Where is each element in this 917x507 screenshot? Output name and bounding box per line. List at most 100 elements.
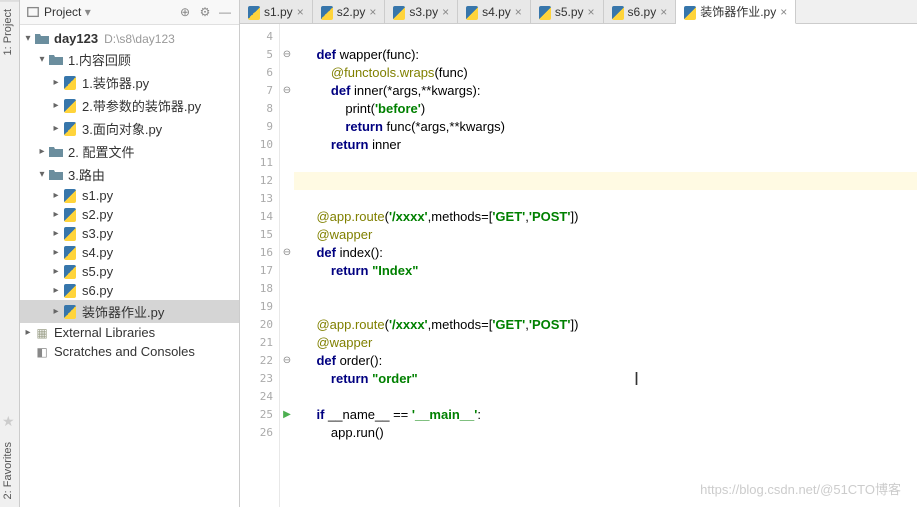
close-icon[interactable]: ×: [297, 5, 304, 19]
watermark: https://blog.csdn.net/@51CTO博客: [700, 481, 901, 499]
tree-file[interactable]: ▸ s2.py: [20, 205, 239, 224]
close-icon[interactable]: ×: [780, 5, 787, 19]
sidebar-title[interactable]: Project ▾: [44, 5, 173, 19]
chevron-down-icon[interactable]: ▾: [22, 33, 34, 44]
line-number[interactable]: 9: [240, 118, 273, 136]
line-number[interactable]: 22: [240, 352, 273, 370]
fold-spacer: [280, 334, 294, 352]
tree-folder[interactable]: ▾ 3.路由: [20, 163, 239, 186]
chevron-right-icon[interactable]: ▸: [50, 306, 62, 317]
fold-icon[interactable]: ⊖: [280, 352, 294, 370]
editor-tab[interactable]: s3.py×: [385, 0, 458, 23]
python-file-icon: [248, 6, 260, 18]
chevron-right-icon[interactable]: ▸: [50, 228, 62, 239]
hide-icon[interactable]: —: [217, 4, 233, 20]
close-icon[interactable]: ×: [442, 5, 449, 19]
tree-file[interactable]: ▸装饰器作业.py: [20, 300, 239, 323]
fold-spacer: [280, 298, 294, 316]
line-number[interactable]: 20: [240, 316, 273, 334]
tree-file[interactable]: ▸ s6.py: [20, 281, 239, 300]
project-tree: ▾ day123 D:\s8\day123 ▾ 1.内容回顾 ▸1.装饰器.py…: [20, 25, 239, 507]
line-number[interactable]: 10: [240, 136, 273, 154]
python-file-icon: [321, 6, 333, 18]
line-number[interactable]: 11: [240, 154, 273, 172]
line-number[interactable]: 5: [240, 46, 273, 64]
fold-icon[interactable]: ⊖: [280, 82, 294, 100]
editor-tab[interactable]: s6.py×: [604, 0, 677, 23]
gear-icon[interactable]: ⚙: [197, 4, 213, 20]
tree-label: External Libraries: [54, 325, 155, 340]
chevron-right-icon[interactable]: ▸: [50, 209, 62, 220]
chevron-right-icon[interactable]: ▸: [50, 285, 62, 296]
tree-file[interactable]: ▸s4.py: [20, 243, 239, 262]
tree-file[interactable]: ▸3.面向对象.py: [20, 117, 239, 140]
tree-folder[interactable]: ▸ 2. 配置文件: [20, 140, 239, 163]
line-number[interactable]: 14: [240, 208, 273, 226]
fold-icon[interactable]: ⊖: [280, 244, 294, 262]
tree-file[interactable]: ▸s5.py: [20, 262, 239, 281]
line-number[interactable]: 13: [240, 190, 273, 208]
editor-tab[interactable]: s2.py×: [313, 0, 386, 23]
favorites-tool-button[interactable]: 2: Favorites: [0, 434, 19, 507]
chevron-right-icon[interactable]: ▸: [36, 146, 48, 157]
editor-tab[interactable]: s5.py×: [531, 0, 604, 23]
scratches-consoles[interactable]: ▸ ◧ Scratches and Consoles: [20, 342, 239, 361]
fold-spacer: [280, 100, 294, 118]
folder-icon: [34, 32, 50, 46]
tree-file[interactable]: ▸s1.py: [20, 186, 239, 205]
chevron-right-icon[interactable]: ▸: [50, 100, 62, 111]
tree-root[interactable]: ▾ day123 D:\s8\day123: [20, 29, 239, 48]
python-file-icon: [612, 6, 624, 18]
chevron-right-icon[interactable]: ▸: [50, 266, 62, 277]
line-number[interactable]: 23: [240, 370, 273, 388]
chevron-right-icon[interactable]: ▸: [50, 77, 62, 88]
line-number[interactable]: 6: [240, 64, 273, 82]
tree-file[interactable]: ▸2.带参数的装饰器.py: [20, 94, 239, 117]
line-number[interactable]: 4: [240, 28, 273, 46]
line-number[interactable]: 8: [240, 100, 273, 118]
tree-label: day123: [54, 31, 98, 46]
python-file-icon: [62, 265, 78, 279]
project-tool-button[interactable]: 1: Project: [0, 0, 19, 63]
tree-file[interactable]: ▸1.装饰器.py: [20, 71, 239, 94]
run-gutter-icon[interactable]: ▶: [280, 406, 294, 424]
chevron-right-icon[interactable]: ▸: [22, 327, 34, 338]
line-number[interactable]: 18: [240, 280, 273, 298]
line-number[interactable]: 16: [240, 244, 273, 262]
python-file-icon: [62, 76, 78, 90]
tree-label: s6.py: [82, 283, 113, 298]
close-icon[interactable]: ×: [588, 5, 595, 19]
line-number[interactable]: 17: [240, 262, 273, 280]
close-icon[interactable]: ×: [369, 5, 376, 19]
chevron-down-icon[interactable]: ▾: [36, 169, 48, 180]
chevron-right-icon[interactable]: ▸: [50, 123, 62, 134]
fold-spacer: [280, 388, 294, 406]
line-number[interactable]: 7: [240, 82, 273, 100]
line-number[interactable]: 21: [240, 334, 273, 352]
python-file-icon: [62, 246, 78, 260]
tree-folder[interactable]: ▾ 1.内容回顾: [20, 48, 239, 71]
line-number[interactable]: 12: [240, 172, 273, 190]
editor-tab[interactable]: 装饰器作业.py×: [676, 0, 796, 24]
tree-file[interactable]: ▸s3.py: [20, 224, 239, 243]
line-number[interactable]: 19: [240, 298, 273, 316]
close-icon[interactable]: ×: [660, 5, 667, 19]
python-file-icon: [62, 208, 78, 222]
line-number[interactable]: 25: [240, 406, 273, 424]
collapse-icon[interactable]: ⊕: [177, 4, 193, 20]
editor-tab[interactable]: s4.py×: [458, 0, 531, 23]
chevron-down-icon[interactable]: ▾: [36, 54, 48, 65]
editor-tab[interactable]: s1.py×: [240, 0, 313, 23]
line-number[interactable]: 15: [240, 226, 273, 244]
close-icon[interactable]: ×: [515, 5, 522, 19]
fold-icon[interactable]: ⊖: [280, 46, 294, 64]
line-number[interactable]: 24: [240, 388, 273, 406]
external-libraries[interactable]: ▸ ▦ External Libraries: [20, 323, 239, 342]
tree-label: s2.py: [82, 207, 113, 222]
fold-spacer: [280, 226, 294, 244]
chevron-right-icon[interactable]: ▸: [50, 190, 62, 201]
tree-label: Scratches and Consoles: [54, 344, 195, 359]
chevron-right-icon[interactable]: ▸: [50, 247, 62, 258]
code-editor[interactable]: def wapper(func): @functools.wraps(func)…: [294, 24, 917, 507]
line-number[interactable]: 26: [240, 424, 273, 442]
